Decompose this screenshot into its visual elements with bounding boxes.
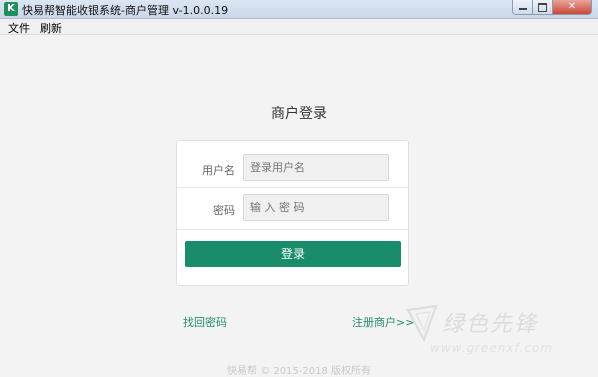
username-label: 用户名	[202, 164, 235, 177]
password-input[interactable]	[243, 194, 389, 221]
minimize-button[interactable]	[513, 0, 533, 14]
watermark-url: www.greenxf.com	[430, 341, 553, 355]
window-title: 快易帮智能收银系统-商户管理 v-1.0.0.19	[22, 4, 229, 17]
form-divider	[177, 187, 408, 188]
watermark-logo-icon	[406, 304, 438, 343]
menu-item-file[interactable]: 文件	[8, 20, 30, 36]
maximize-icon	[538, 2, 547, 12]
password-label: 密码	[213, 204, 235, 217]
watermark-text: 绿色先锋	[442, 312, 539, 337]
close-icon: ✕	[567, 1, 577, 12]
username-input[interactable]	[243, 154, 389, 181]
window-controls: ✕	[512, 0, 592, 15]
page-title: 商户登录	[271, 106, 327, 122]
form-divider	[177, 229, 408, 230]
menu-bar: 文件 刷新	[0, 19, 598, 35]
copyright-footer: 快易帮 © 2015-2018 版权所有	[226, 366, 372, 377]
app-logo-icon: K	[4, 2, 18, 16]
login-button[interactable]: 登录	[185, 241, 401, 267]
minimize-icon	[518, 8, 527, 10]
forgot-password-link[interactable]: 找回密码	[183, 314, 227, 330]
window-titlebar[interactable]: K 快易帮智能收银系统-商户管理 v-1.0.0.19 ✕	[0, 0, 598, 19]
login-form: 用户名 密码 登录	[176, 140, 409, 286]
maximize-button[interactable]	[533, 0, 553, 14]
menu-item-refresh[interactable]: 刷新	[40, 20, 62, 36]
close-button[interactable]: ✕	[553, 0, 591, 14]
